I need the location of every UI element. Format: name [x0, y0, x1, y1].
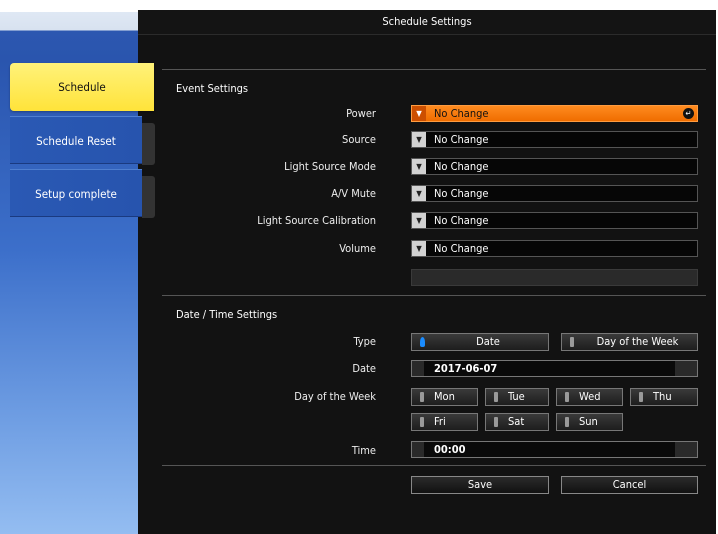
chevron-down-icon: ▼: [412, 159, 426, 174]
unselected-indicator-icon: [570, 337, 574, 347]
selected-indicator-icon: [420, 337, 425, 347]
chevron-down-icon: ▼: [412, 132, 426, 147]
light-source-mode-label: Light Source Mode: [284, 160, 376, 173]
checkbox-icon: [494, 417, 498, 427]
chevron-down-icon: ▼: [412, 213, 426, 228]
source-label: Source: [342, 133, 376, 146]
av-mute-value: No Change: [434, 187, 489, 200]
power-value: No Change: [434, 107, 489, 120]
type-day-of-week-button[interactable]: Day of the Week: [561, 333, 698, 351]
top-divider: [162, 69, 706, 70]
day-thu-checkbox[interactable]: Thu: [630, 388, 698, 406]
time-value: 00:00: [434, 443, 466, 456]
day-fri-checkbox[interactable]: Fri: [411, 413, 478, 431]
av-mute-dropdown[interactable]: ▼ No Change: [411, 185, 698, 202]
light-source-calibration-label: Light Source Calibration: [257, 214, 376, 227]
enter-icon: ↵: [683, 108, 694, 119]
day-wed-checkbox[interactable]: Wed: [556, 388, 623, 406]
checkbox-icon: [639, 392, 643, 402]
date-label: Date: [352, 362, 376, 375]
bottom-divider: [162, 465, 706, 466]
light-source-mode-dropdown[interactable]: ▼ No Change: [411, 158, 698, 175]
tab-schedule-reset[interactable]: Schedule Reset: [10, 116, 155, 165]
checkbox-icon: [565, 417, 569, 427]
date-field[interactable]: 2017-06-07: [411, 360, 698, 377]
source-dropdown[interactable]: ▼ No Change: [411, 131, 698, 148]
tab-schedule[interactable]: Schedule: [10, 63, 154, 111]
event-settings-title: Event Settings: [176, 82, 249, 95]
window-title: Schedule Settings: [138, 10, 716, 35]
light-source-calibration-value: No Change: [434, 214, 489, 227]
tab-setup-complete[interactable]: Setup complete: [10, 169, 155, 218]
light-source-calibration-dropdown[interactable]: ▼ No Change: [411, 212, 698, 229]
empty-slot: [411, 269, 698, 286]
day-of-week-label: Day of the Week: [294, 390, 376, 403]
day-sat-checkbox[interactable]: Sat: [485, 413, 549, 431]
light-source-mode-value: No Change: [434, 160, 489, 173]
type-label: Type: [353, 335, 376, 348]
cancel-button[interactable]: Cancel: [561, 476, 698, 494]
volume-label: Volume: [339, 242, 376, 255]
checkbox-icon: [420, 417, 424, 427]
chevron-down-icon: ▼: [412, 241, 426, 256]
chevron-down-icon: ▼: [412, 186, 426, 201]
checkbox-icon: [494, 392, 498, 402]
power-label: Power: [346, 107, 376, 120]
section-divider: [162, 295, 706, 296]
power-dropdown[interactable]: ▼ No Change ↵: [411, 105, 698, 122]
av-mute-label: A/V Mute: [331, 187, 376, 200]
volume-dropdown[interactable]: ▼ No Change: [411, 240, 698, 257]
volume-value: No Change: [434, 242, 489, 255]
day-mon-checkbox[interactable]: Mon: [411, 388, 478, 406]
day-sun-checkbox[interactable]: Sun: [556, 413, 623, 431]
day-tue-checkbox[interactable]: Tue: [485, 388, 549, 406]
time-label: Time: [351, 444, 376, 457]
datetime-settings-title: Date / Time Settings: [176, 308, 278, 321]
chevron-down-icon: ▼: [412, 106, 426, 121]
checkbox-icon: [565, 392, 569, 402]
time-field[interactable]: 00:00: [411, 441, 698, 458]
source-value: No Change: [434, 133, 489, 146]
checkbox-icon: [420, 392, 424, 402]
save-button[interactable]: Save: [411, 476, 549, 494]
type-date-button[interactable]: Date: [411, 333, 549, 351]
date-value: 2017-06-07: [434, 362, 498, 375]
